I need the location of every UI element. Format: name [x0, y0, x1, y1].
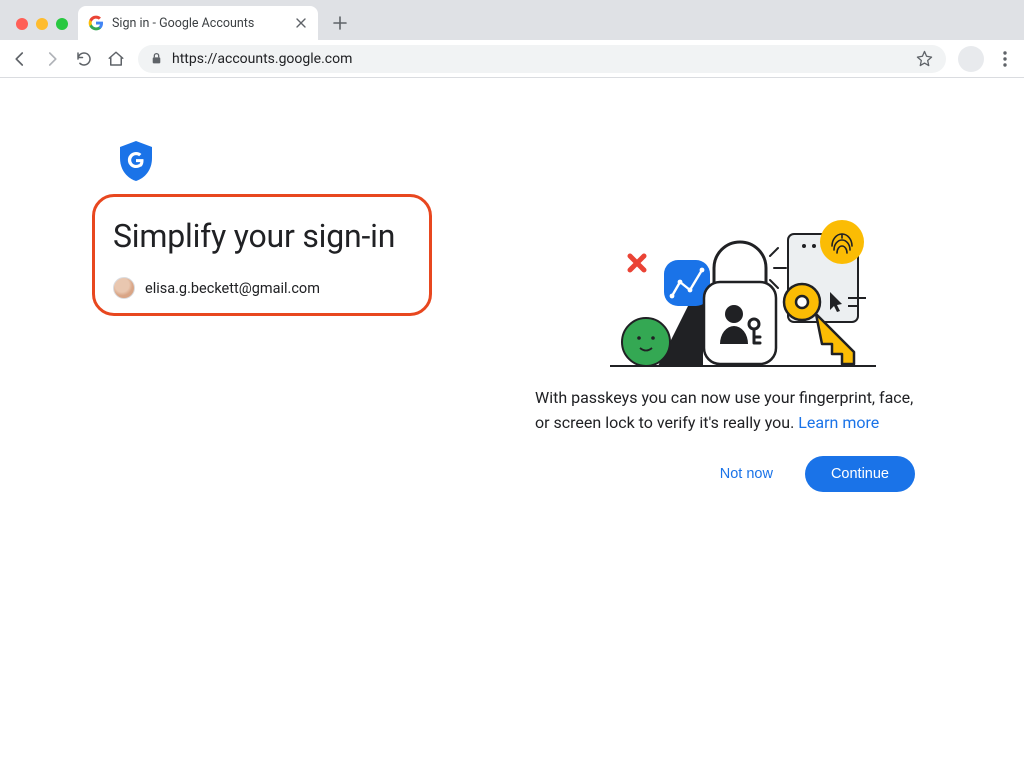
- url-text: https://accounts.google.com: [172, 51, 352, 67]
- account-chip[interactable]: elisa.g.beckett@gmail.com: [113, 277, 411, 299]
- account-email: elisa.g.beckett@gmail.com: [145, 280, 320, 297]
- account-avatar-icon: [113, 277, 135, 299]
- page-content: Simplify your sign-in elisa.g.beckett@gm…: [0, 78, 1024, 768]
- learn-more-link[interactable]: Learn more: [798, 413, 879, 432]
- window-minimize-button[interactable]: [36, 18, 48, 30]
- action-row: Not now Continue: [535, 456, 915, 492]
- continue-button[interactable]: Continue: [805, 456, 915, 492]
- not-now-button[interactable]: Not now: [710, 458, 783, 490]
- passkey-description: With passkeys you can now use your finge…: [535, 386, 931, 436]
- page-headline: Simplify your sign-in: [113, 217, 411, 255]
- passkey-illustration: [598, 216, 888, 366]
- profile-avatar-button[interactable]: [958, 46, 984, 72]
- address-bar[interactable]: https://accounts.google.com: [138, 45, 946, 73]
- new-tab-button[interactable]: [326, 9, 354, 37]
- window-close-button[interactable]: [16, 18, 28, 30]
- google-shield-icon: [118, 140, 154, 182]
- forward-button[interactable]: [42, 49, 62, 69]
- tab-close-button[interactable]: [294, 16, 308, 30]
- browser-toolbar: https://accounts.google.com: [0, 40, 1024, 78]
- tab-strip: Sign in - Google Accounts: [0, 0, 1024, 40]
- headline-highlight-box: Simplify your sign-in elisa.g.beckett@gm…: [92, 194, 432, 316]
- bookmark-star-icon[interactable]: [916, 50, 934, 68]
- reload-button[interactable]: [74, 49, 94, 69]
- browser-tab[interactable]: Sign in - Google Accounts: [78, 6, 318, 40]
- tab-title: Sign in - Google Accounts: [112, 16, 286, 31]
- browser-menu-button[interactable]: [996, 50, 1014, 68]
- browser-chrome: Sign in - Google Accounts https://accoun…: [0, 0, 1024, 78]
- lock-icon: [150, 52, 164, 66]
- window-maximize-button[interactable]: [56, 18, 68, 30]
- window-controls: [8, 18, 78, 40]
- google-favicon-icon: [88, 15, 104, 31]
- home-button[interactable]: [106, 49, 126, 69]
- back-button[interactable]: [10, 49, 30, 69]
